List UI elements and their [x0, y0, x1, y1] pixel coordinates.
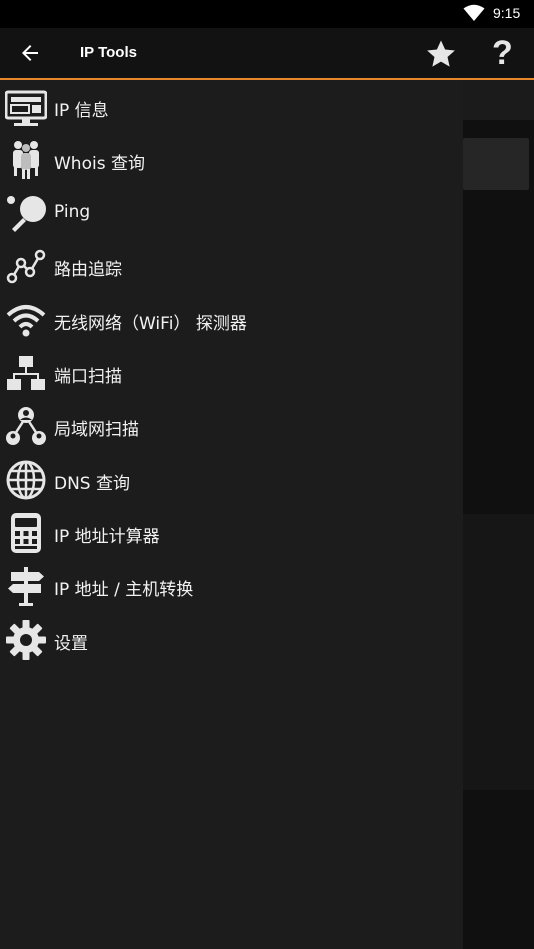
drawer-item-label: IP 地址计算器: [54, 527, 160, 547]
drawer-item-traceroute[interactable]: 路由追踪: [0, 239, 463, 292]
calculator-icon: [11, 513, 41, 553]
arrow-left-icon[interactable]: [18, 41, 42, 65]
network-hierarchy-icon: [7, 356, 45, 390]
people-icon: [13, 141, 39, 179]
navigation-drawer: IP 信息 Whois 查询 Ping 路由追踪 无线网络（WiFi） 探测器 …: [0, 80, 463, 949]
drawer-item-ip-host-converter[interactable]: IP 地址 / 主机转换: [0, 559, 463, 612]
status-bar: 9:15: [0, 0, 534, 28]
route-nodes-icon: [6, 249, 46, 284]
drawer-item-label: Ping: [54, 202, 91, 222]
drawer-item-settings[interactable]: 设置: [0, 613, 463, 666]
drawer-item-dns-lookup[interactable]: DNS 查询: [0, 453, 463, 506]
drawer-item-ping[interactable]: Ping: [0, 186, 463, 239]
background-panel: [463, 80, 534, 120]
drawer-item-label: 无线网络（WiFi） 探测器: [54, 314, 247, 334]
background-panel: [463, 514, 534, 790]
background-card: [463, 138, 529, 190]
drawer-item-label: IP 信息: [54, 101, 109, 121]
drawer-item-label: 路由追踪: [54, 260, 122, 280]
drawer-item-label: DNS 查询: [54, 474, 131, 494]
drawer-item-label: 设置: [54, 634, 88, 654]
drawer-item-wifi-detector[interactable]: 无线网络（WiFi） 探测器: [0, 293, 463, 346]
drawer-item-ip-calculator[interactable]: IP 地址计算器: [0, 506, 463, 559]
ping-pong-icon: [7, 196, 46, 232]
globe-icon: [6, 460, 46, 500]
drawer-item-lan-scan[interactable]: 局域网扫描: [0, 399, 463, 452]
signpost-icon: [8, 567, 44, 606]
question-mark-icon[interactable]: ?: [492, 34, 513, 72]
drawer-item-port-scan[interactable]: 端口扫描: [0, 346, 463, 399]
star-icon[interactable]: [424, 37, 458, 71]
gear-icon: [6, 620, 46, 660]
user-network-icon: [6, 407, 46, 445]
wifi-icon: [463, 4, 485, 21]
drawer-item-ip-info[interactable]: IP 信息: [0, 80, 463, 133]
drawer-item-label: 局域网扫描: [54, 420, 139, 440]
monitor-icon: [5, 90, 47, 126]
drawer-item-label: Whois 查询: [54, 154, 145, 174]
drawer-item-label: 端口扫描: [54, 367, 122, 387]
drawer-item-label: IP 地址 / 主机转换: [54, 580, 194, 600]
wifi-icon: [6, 305, 46, 337]
drawer-item-whois[interactable]: Whois 查询: [0, 133, 463, 186]
status-time: 9:15: [493, 5, 521, 21]
app-title: IP Tools: [80, 44, 137, 61]
app-bar: IP Tools ?: [0, 28, 534, 78]
